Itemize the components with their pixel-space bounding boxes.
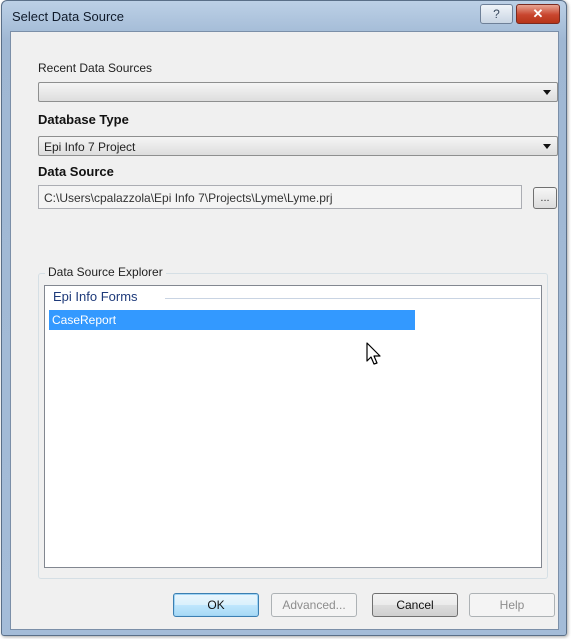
recent-data-sources-dropdown[interactable] [38, 82, 558, 102]
advanced-button[interactable]: Advanced... [271, 593, 357, 617]
chevron-down-icon [543, 144, 551, 149]
mouse-pointer-icon [366, 342, 381, 365]
dialog-body: Recent Data Sources Database Type Epi In… [10, 31, 559, 630]
database-type-dropdown[interactable]: Epi Info 7 Project [38, 136, 558, 156]
list-item-casereport[interactable]: CaseReport [49, 310, 415, 330]
list-item-label: CaseReport [52, 313, 117, 327]
ok-button[interactable]: OK [173, 593, 259, 617]
close-icon[interactable]: ✕ [516, 4, 560, 24]
cancel-button[interactable]: Cancel [372, 593, 458, 617]
title-bar[interactable]: Select Data Source ? ✕ [2, 1, 566, 31]
chevron-down-icon [543, 90, 551, 95]
help-button[interactable]: Help [469, 593, 555, 617]
help-icon[interactable]: ? [480, 4, 513, 24]
browse-button[interactable]: ... [533, 187, 557, 209]
data-source-label: Data Source [38, 164, 114, 179]
recent-data-sources-label: Recent Data Sources [38, 61, 153, 75]
database-type-value: Epi Info 7 Project [44, 140, 136, 154]
data-source-value: C:\Users\cpalazzola\Epi Info 7\Projects\… [44, 191, 333, 205]
dialog-title: Select Data Source [12, 9, 125, 24]
database-type-label: Database Type [38, 112, 129, 127]
data-source-field[interactable]: C:\Users\cpalazzola\Epi Info 7\Projects\… [38, 185, 522, 209]
select-data-source-dialog: Select Data Source ? ✕ Recent Data Sourc… [1, 0, 567, 636]
data-source-explorer-label: Data Source Explorer [45, 265, 166, 279]
forms-list[interactable]: Epi Info Forms CaseReport [44, 285, 542, 568]
list-group-header: Epi Info Forms [53, 289, 138, 304]
list-group-divider [165, 298, 540, 299]
